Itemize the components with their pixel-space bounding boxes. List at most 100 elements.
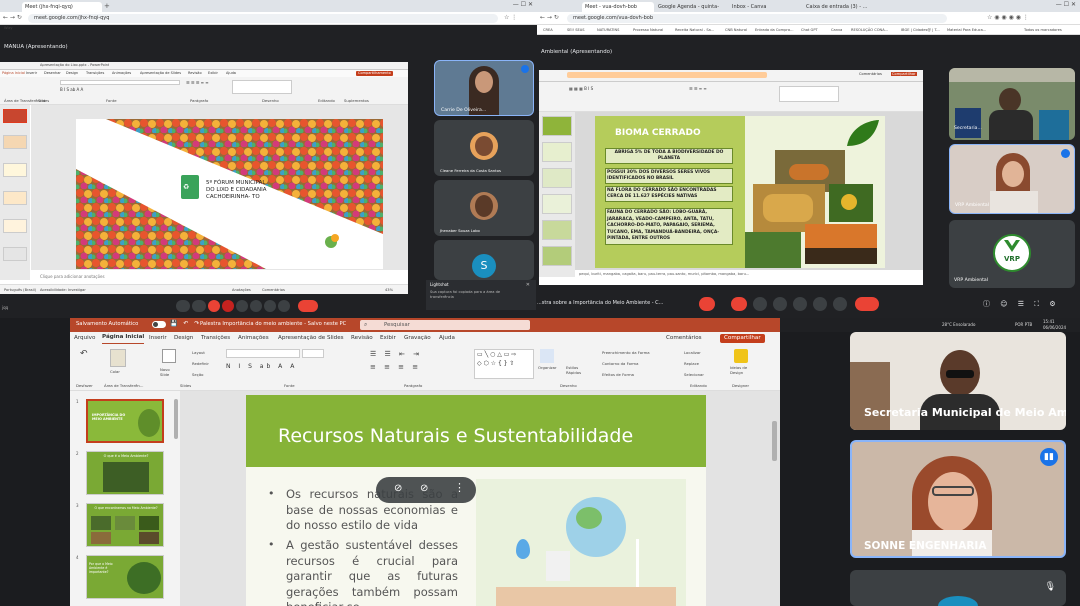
select-button[interactable]: Selecionar [684,372,704,377]
comments-button-right[interactable]: Comentários [859,72,882,76]
language-indicator[interactable]: POR PTB [1015,322,1032,327]
bookmark-chatgpt[interactable]: Chat GPT [801,28,818,32]
browser-menu-icon[interactable]: ☆ ⋮ [504,14,517,21]
menu-apresentacao[interactable]: Apresentação de Slides [140,70,181,77]
emoji-button-right[interactable] [773,297,787,311]
shapes-gallery[interactable]: ▭ ╲ ○ △ ▭ ⇨ ◇ ⬡ ☆ { } ⇧ [474,349,534,379]
leave-call-button[interactable] [298,300,318,312]
meet-side-icons[interactable]: ⓘ ☺ ☰ ⛶ ⚙ [983,299,1060,309]
thumb-slide-4[interactable]: Por que o Meio Ambiente é importante? [86,555,164,599]
extensions-icons[interactable]: ☆ ◉ ◉ ◉ ◉ ⋮ [987,14,1029,21]
camera-off-icon[interactable]: ⊘ [420,483,428,494]
tab-google-agenda[interactable]: Google Agenda - quinta-feira... [655,2,727,20]
reset-button[interactable]: Redefinir [192,361,209,366]
thumb-5[interactable] [3,219,27,233]
bookmark-material[interactable]: Material Para Educa... [947,28,986,32]
clock-time[interactable]: 15:41 [1043,319,1055,324]
thumb-4[interactable] [3,191,27,205]
captions-button-right[interactable] [753,297,767,311]
comments-toggle[interactable]: Comentários [262,285,285,295]
zoom-level[interactable]: 43% [385,285,393,295]
menu-exibir-b[interactable]: Exibir [380,332,396,345]
font-size-box[interactable] [302,349,324,358]
quick-access-icons[interactable]: 💾 ↶ ↷ [170,320,201,327]
raise-hand-right[interactable] [813,297,827,311]
new-slide-icon[interactable] [162,349,176,363]
shape-fill-button[interactable]: Preenchimento da Forma [602,350,650,355]
arrange-icon[interactable] [540,349,554,363]
bookmark-sei[interactable]: SEI! SEAS [567,28,585,32]
nav-arrows-right[interactable]: ← → ↻ [540,14,559,21]
bookmark-resolucao[interactable]: RESOLUÇÃO CONA... [851,28,888,32]
more-options-right[interactable] [833,297,847,311]
mic-off-icon[interactable]: ⊘ [394,483,402,494]
menu-transicoes-b[interactable]: Transições [201,332,230,345]
menu-apresentacao-b[interactable]: Apresentação de Slides [278,332,344,345]
comments-button-b[interactable]: Comentários [666,332,702,345]
menu-revisao-b[interactable]: Revisão [351,332,373,345]
thumb-scrollbar[interactable] [174,399,178,439]
more-options-icon[interactable] [278,300,290,312]
menu-pagina-inicial-b[interactable]: Página Inicial [102,332,145,344]
camera-off-button[interactable] [731,297,747,311]
editor-scrollbar[interactable] [772,421,777,461]
shape-effects-button[interactable]: Efeitos de Forma [602,372,634,377]
section-button[interactable]: Seção [192,372,203,377]
tab-canva[interactable]: Inbox - Canva [729,2,801,12]
paste-icon[interactable] [110,349,126,367]
new-tab-icon[interactable]: + [104,2,110,10]
weather-widget[interactable]: 28°C Ensolarado [942,322,975,327]
replace-button[interactable]: Replace [684,361,699,366]
find-button[interactable]: Localizar [684,350,701,355]
menu-inserir-b[interactable]: Inserir [149,332,167,345]
camera-button[interactable] [192,300,206,312]
mic-button[interactable] [176,300,190,312]
undo-icon[interactable]: ↶ [80,349,88,359]
share-button-b[interactable]: Compartilhar [720,334,765,343]
menu-animacoes[interactable]: Animações [112,70,131,77]
tab-meet-right[interactable]: Meet - vua-dovh-bob [582,2,654,12]
font-format-icons[interactable]: N I S ab A A [226,363,297,370]
clock-date[interactable]: 06/06/2024 [1043,325,1066,330]
search-box[interactable]: ⌕ Pesquisar [360,320,530,330]
design-ideas-icon[interactable] [734,349,748,363]
thumb-6[interactable] [3,247,27,261]
url-field-right[interactable]: meet.google.com/vua-dovh-bob [567,14,947,23]
nav-arrows[interactable]: ← → ↻ [3,14,22,21]
menu-exibir[interactable]: Exibir [208,70,218,77]
bookmark-processo[interactable]: Processo Natural [633,28,663,32]
window-controls-right[interactable]: — ☐ ✕ [1056,1,1076,8]
menu-design-b[interactable]: Design [174,332,193,345]
thumb-1[interactable] [3,109,27,123]
bookmark-wizy[interactable]: Wizy [4,26,13,30]
notes-toggle[interactable]: Anotações [232,285,251,295]
bookmark-receita[interactable]: Receita Natural - Sa... [675,28,714,32]
thumb-2[interactable] [3,135,27,149]
record-button[interactable] [222,300,234,312]
tab-meet[interactable]: Meet (jhx-fnqi-qyq) [22,2,102,12]
window-controls[interactable]: — ☐ ✕ [513,1,533,8]
bookmark-naturatins[interactable]: NATURATINS [597,28,619,32]
thumb-slide-3[interactable]: O que encontramos no Meio Ambiente? [86,503,164,547]
bookmark-todos[interactable]: Todos os marcadores [1024,28,1062,32]
present-stop-button[interactable] [208,300,220,312]
url-field[interactable]: meet.google.com/jhx-fnqi-qyq [28,14,498,23]
font-name-box[interactable] [226,349,300,358]
shape-outline-button[interactable]: Contorno da Forma [602,361,638,366]
leave-call-right[interactable] [855,297,879,311]
bookmark-cnb[interactable]: CNB Natural [725,28,747,32]
mic-off-button[interactable] [699,297,715,311]
bookmark-ibge[interactable]: IBGE | Cidades@ | T... [901,28,940,32]
align-icons[interactable]: ≡ ≡ ≡ ≡ [370,363,421,371]
paragraph-icons[interactable]: ☰ ☰ ⇤ ⇥ [370,350,422,358]
share-button[interactable]: Compartilhamento [356,71,393,76]
present-button-right[interactable] [793,297,807,311]
menu-transicoes[interactable]: Transições [86,70,104,77]
more-icon[interactable]: ⋮ [454,481,465,494]
bookmark-crea[interactable]: CREA [543,28,553,32]
notes-placeholder[interactable]: Clique para adicionar anotações [40,274,105,279]
emoji-button[interactable] [250,300,262,312]
layout-button[interactable]: Layout [192,350,205,355]
menu-ajuda[interactable]: Ajuda [226,70,236,77]
autosave-toggle[interactable] [152,321,166,328]
